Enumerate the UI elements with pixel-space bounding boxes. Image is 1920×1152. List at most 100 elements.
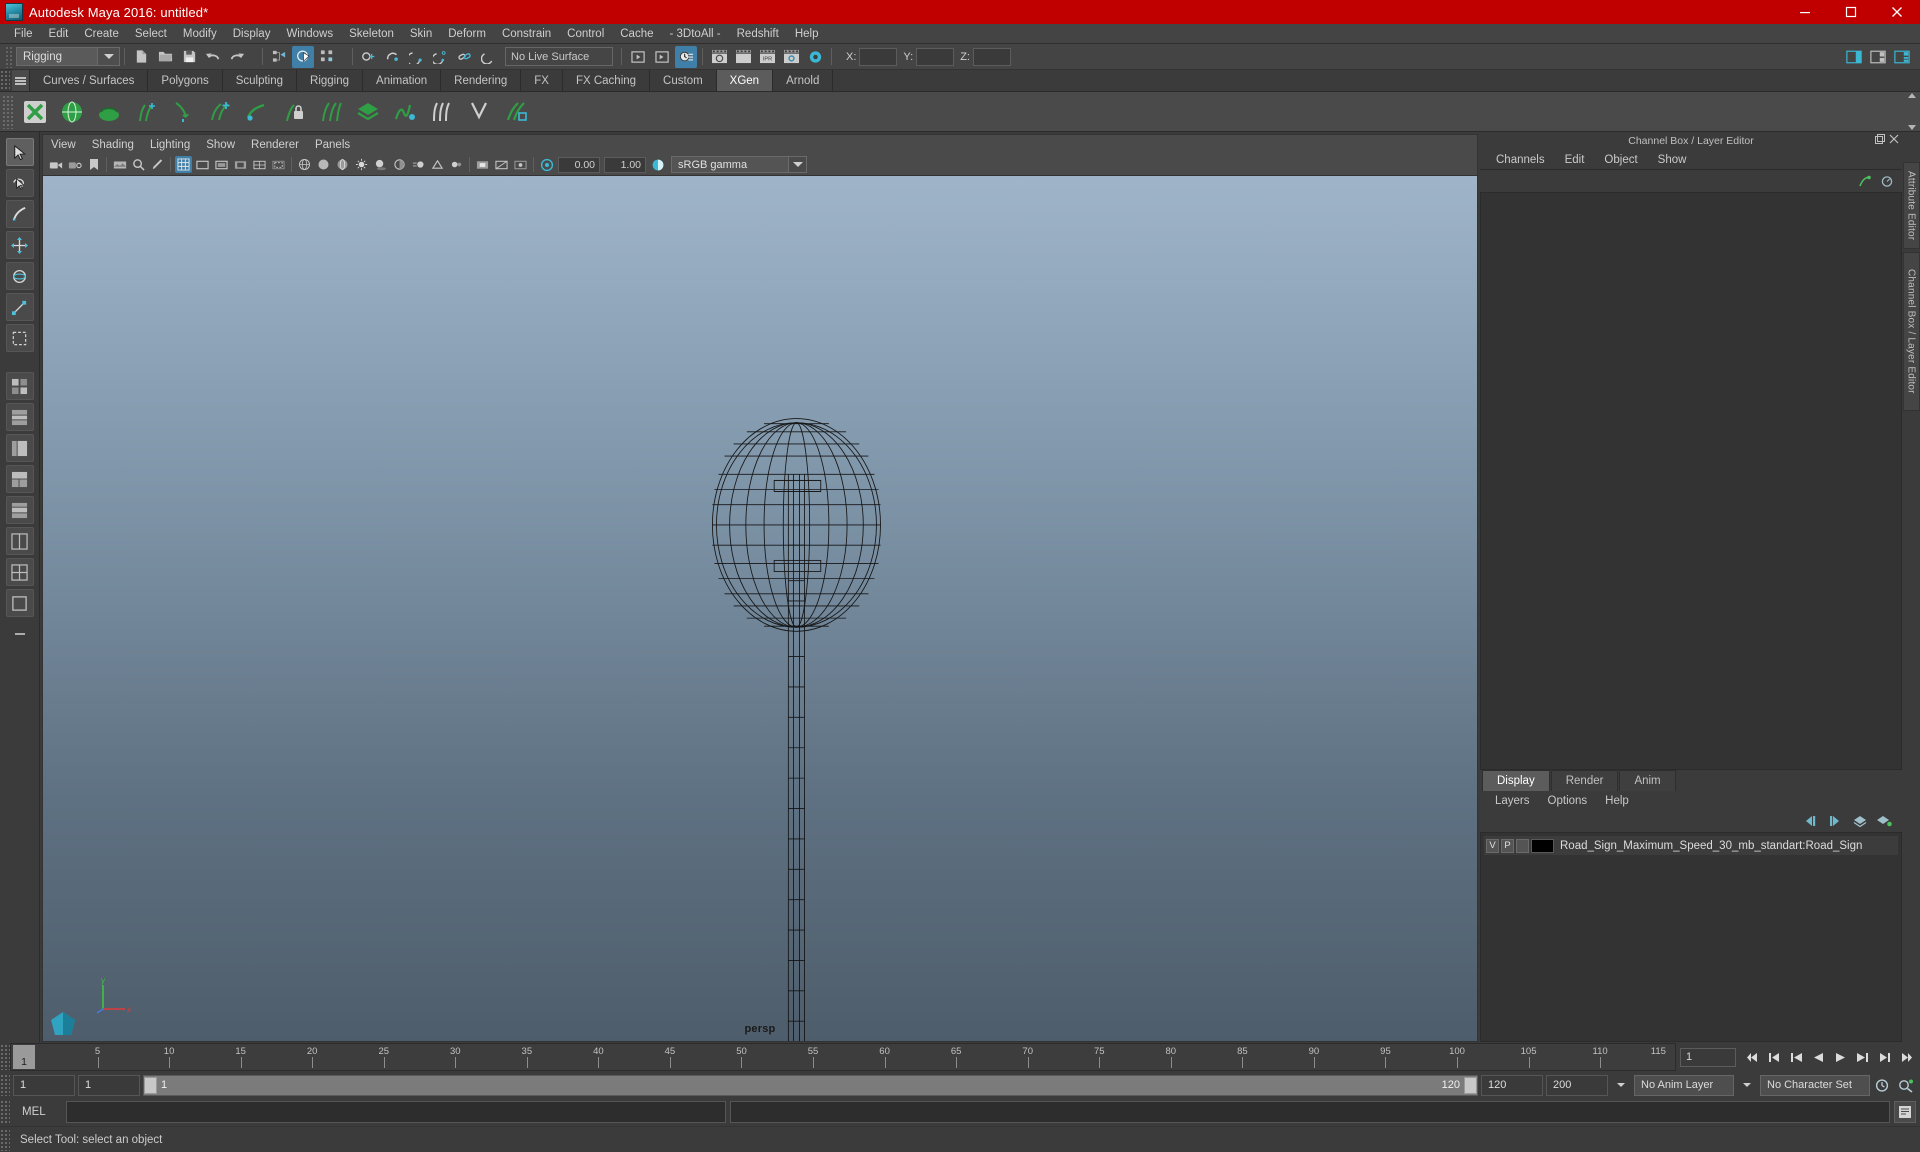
viewport-menu-panels[interactable]: Panels [307,135,358,155]
open-scene-icon[interactable] [154,46,176,68]
channel-box-expression-icon[interactable] [1858,175,1872,188]
snap-to-point-icon[interactable] [406,46,428,68]
minimize-icon[interactable] [1782,0,1828,24]
isolate-select-icon[interactable] [474,156,491,173]
xgen-add-icon[interactable] [203,95,236,128]
chevron-down-icon[interactable] [788,157,806,172]
shelf-tab-rendering[interactable]: Rendering [441,70,522,91]
color-management-icon[interactable] [649,156,666,173]
command-input[interactable] [66,1101,726,1123]
anim-layer-selector[interactable]: No Anim Layer [1634,1074,1734,1096]
menu-help[interactable]: Help [787,24,827,44]
play-backwards-icon[interactable] [1808,1047,1828,1067]
range-start-field[interactable]: 1 [78,1074,140,1096]
help-line-grip[interactable] [0,1128,10,1151]
menu-select[interactable]: Select [127,24,175,44]
shelf-row-grip[interactable] [2,94,14,129]
xgen-sphere-icon[interactable] [55,95,88,128]
xgen-clump-icon[interactable] [314,95,347,128]
step-forward-frame-icon[interactable] [1874,1047,1894,1067]
select-camera-icon[interactable] [47,156,64,173]
layer-playback-toggle[interactable]: P [1501,838,1514,853]
viewport-menu-shading[interactable]: Shading [84,135,142,155]
quad-view-layout[interactable] [5,372,34,400]
use-all-lights-icon[interactable] [353,156,370,173]
animation-preferences-icon[interactable] [1896,1075,1916,1095]
range-start-handle[interactable] [144,1076,157,1094]
grease-pencil-icon[interactable] [149,156,166,173]
layer-menu-options[interactable]: Options [1539,791,1597,810]
go-to-start-icon[interactable] [1742,1047,1762,1067]
auto-keyframe-icon[interactable] [1873,1075,1893,1095]
move-tool[interactable] [5,231,34,259]
layer-prev-icon[interactable] [1805,815,1819,827]
save-scene-icon[interactable] [178,46,200,68]
statusbar-grip[interactable] [5,45,13,68]
shaded-wireframe-icon[interactable] [334,156,351,173]
gate-mask-icon[interactable] [232,156,249,173]
vertical-tab-attribute-editor[interactable]: Attribute Editor [1902,162,1920,250]
layer-name[interactable]: Road_Sign_Maximum_Speed_30_mb_standart:R… [1560,840,1862,852]
anim-start-field[interactable]: 1 [13,1074,75,1096]
shelf-tab-animation[interactable]: Animation [363,70,442,91]
menu-cache[interactable]: Cache [612,24,661,44]
menu-redshift[interactable]: Redshift [729,24,787,44]
xray-joints-icon[interactable] [512,156,529,173]
channelbox-menu-show[interactable]: Show [1648,150,1697,170]
close-icon[interactable] [1889,134,1899,144]
xgen-density-icon[interactable] [425,95,458,128]
layer-list[interactable]: V P Road_Sign_Maximum_Speed_30_mb_standa… [1480,832,1902,1042]
persp-graph-layout[interactable] [5,434,34,462]
select-by-component-icon[interactable] [316,46,338,68]
two-d-pan-zoom-icon[interactable] [130,156,147,173]
gamma-field[interactable]: 1.00 [604,156,646,173]
make-live-icon[interactable] [478,46,500,68]
viewport-menu-renderer[interactable]: Renderer [243,135,307,155]
menu-file[interactable]: File [6,24,41,44]
resolution-gate-icon[interactable] [213,156,230,173]
menuset-selector[interactable]: Rigging [16,47,120,66]
character-set-selector[interactable]: No Character Set [1760,1074,1870,1096]
sidebar-toggle-tool-icon[interactable] [1867,46,1889,68]
screen-space-ao-icon[interactable] [391,156,408,173]
script-editor-icon[interactable] [1894,1101,1916,1123]
show-hide-editors-right-icon[interactable] [651,46,673,68]
last-tool-used[interactable] [5,324,34,352]
viewport-menu-show[interactable]: Show [198,135,243,155]
bookmark-icon[interactable] [85,156,102,173]
redo-icon[interactable] [226,46,248,68]
menu-deform[interactable]: Deform [440,24,494,44]
shelf-tab-curves-surfaces[interactable]: Curves / Surfaces [30,70,149,91]
anim-layer-dropdown-icon[interactable] [1737,1075,1757,1095]
xgen-groom-icon[interactable] [92,95,125,128]
command-line-grip[interactable] [0,1100,10,1124]
shelf-tab-sculpting[interactable]: Sculpting [222,70,298,91]
depth-of-field-icon[interactable] [448,156,465,173]
play-forwards-icon[interactable] [1830,1047,1850,1067]
shelf-tab-custom[interactable]: Custom [650,70,717,91]
scale-tool[interactable] [5,293,34,321]
layer-tab-anim[interactable]: Anim [1619,770,1676,791]
menu-edit[interactable]: Edit [41,24,77,44]
layer-tab-display[interactable]: Display [1482,770,1550,791]
new-layer-from-selected-icon[interactable] [1877,815,1892,827]
menu-windows[interactable]: Windows [278,24,341,44]
persp-viewport[interactable]: y x persp [42,175,1478,1042]
wireframe-icon[interactable] [296,156,313,173]
shelf-tab-rigging[interactable]: Rigging [297,70,364,91]
menu-skeleton[interactable]: Skeleton [341,24,402,44]
undo-icon[interactable] [202,46,224,68]
step-back-frame-icon[interactable] [1764,1047,1784,1067]
layer-color-swatch[interactable] [1531,838,1554,853]
shelf-scroll-up-icon[interactable] [1907,93,1916,98]
hypergraph-layout[interactable] [5,496,34,524]
live-surface-field[interactable]: No Live Surface [505,47,613,66]
range-slider-grip[interactable] [0,1074,10,1096]
xgen-add-guide-icon[interactable] [129,95,162,128]
layer-menu-layers[interactable]: Layers [1486,791,1539,810]
snap-to-curve-icon[interactable] [382,46,404,68]
channelbox-menu-channels[interactable]: Channels [1486,150,1555,170]
select-tool[interactable] [5,138,34,166]
anim-end-field[interactable]: 200 [1546,1074,1608,1096]
xgen-lock-icon[interactable] [277,95,310,128]
